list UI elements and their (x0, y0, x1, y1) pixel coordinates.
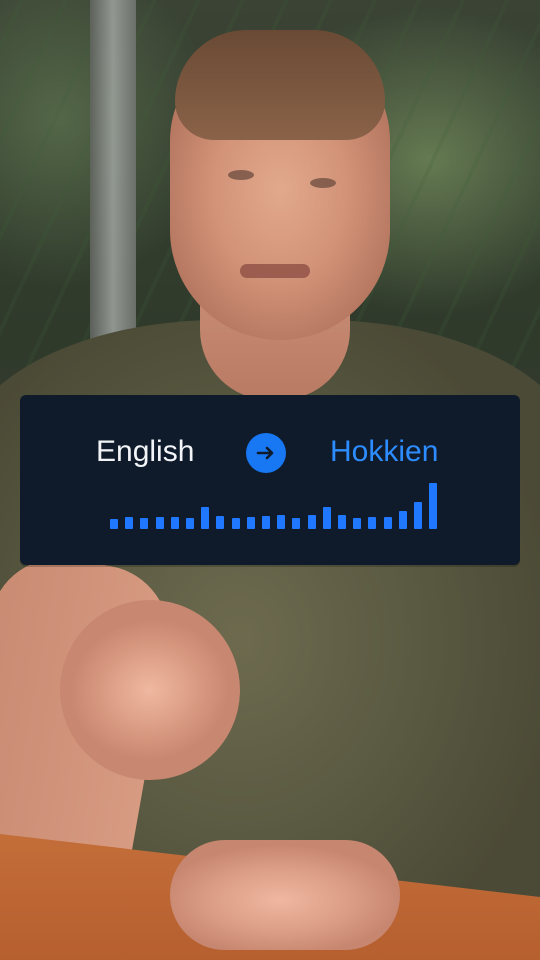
person-right-eye (310, 178, 336, 188)
waveform-bar (368, 517, 376, 529)
waveform-bar (171, 517, 179, 529)
waveform-bar (308, 515, 316, 529)
target-language-label: Hokkien (330, 435, 439, 468)
waveform-bar (277, 515, 285, 529)
person-hands-on-table (170, 840, 400, 950)
waveform-bar (110, 519, 118, 529)
language-pair-row: English Hokkien (20, 427, 520, 475)
audio-waveform (110, 481, 440, 529)
waveform-bar (353, 518, 361, 529)
waveform-bar (156, 517, 164, 529)
waveform-bar (262, 516, 270, 529)
translation-overlay-card: English Hokkien (20, 395, 520, 565)
source-language-label: English (96, 435, 195, 468)
waveform-bar (216, 516, 224, 529)
waveform-bar (399, 511, 407, 529)
waveform-bar (201, 507, 209, 529)
waveform-bar (186, 518, 194, 529)
waveform-bar (429, 483, 437, 529)
waveform-bar (125, 517, 133, 529)
waveform-bar (292, 518, 300, 529)
person-left-eye (228, 170, 254, 180)
waveform-bar (338, 515, 346, 529)
waveform-bar (414, 502, 422, 529)
waveform-bar (247, 517, 255, 529)
person-hair (175, 30, 385, 140)
waveform-bar (323, 507, 331, 529)
waveform-bar (232, 518, 240, 529)
arrow-right-icon (246, 433, 286, 473)
waveform-bar (384, 517, 392, 529)
window-frame (90, 0, 136, 380)
waveform-bar (140, 518, 148, 529)
person-mouth (240, 264, 310, 278)
